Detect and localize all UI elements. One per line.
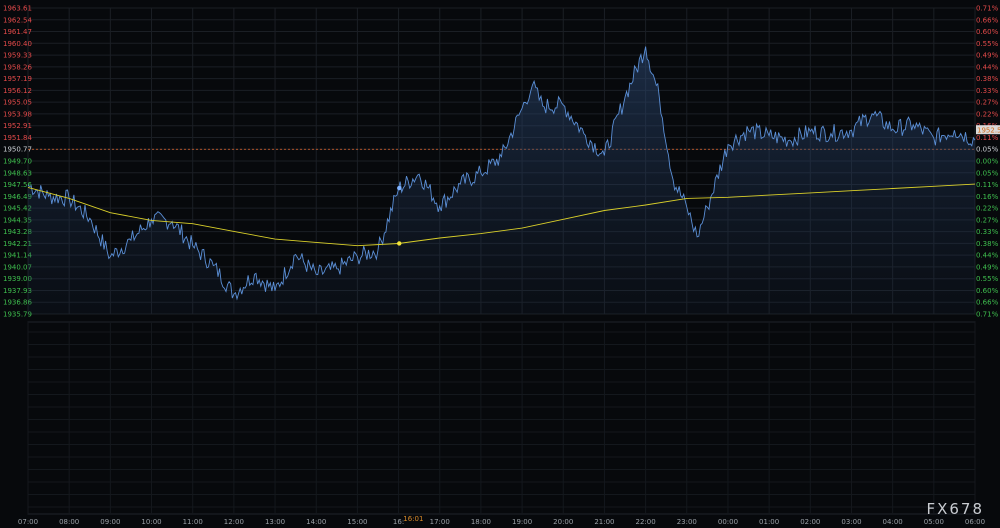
x-tick-label: 02:00 xyxy=(800,518,820,526)
percent-tick-label: 0.44% xyxy=(976,252,999,260)
percent-tick-label: 0.49% xyxy=(976,52,999,60)
y-tick-label: 1939.00 xyxy=(3,275,32,283)
y-tick-label: 1946.49 xyxy=(3,193,32,201)
percent-tick-label: 0.55% xyxy=(976,275,999,283)
brand-logo: FX678 xyxy=(926,500,984,518)
y-tick-label: 1955.05 xyxy=(3,99,32,107)
x-tick-label: 06:00 xyxy=(965,518,985,526)
x-tick-label: 11:00 xyxy=(183,518,203,526)
x-tick-label: 05:00 xyxy=(924,518,944,526)
x-tick-label: 23:00 xyxy=(677,518,697,526)
x-tick-label: 09:00 xyxy=(100,518,120,526)
x-tick-label: 20:00 xyxy=(553,518,573,526)
x-tick-label: 04:00 xyxy=(883,518,903,526)
x-tick-label: 14:00 xyxy=(306,518,326,526)
x-tick-label: 03:00 xyxy=(841,518,861,526)
percent-tick-label: 0.60% xyxy=(976,28,999,36)
y-tick-label: 1945.42 xyxy=(3,205,32,213)
y-tick-label: 1937.93 xyxy=(3,287,32,295)
y-tick-label: 1948.63 xyxy=(3,169,32,177)
y-tick-label: 1962.54 xyxy=(3,16,32,24)
x-tick-label: 07:00 xyxy=(18,518,38,526)
x-tick-label: 12:00 xyxy=(224,518,244,526)
price-chart: 1963.61 1962.54 1961.47 1960.40 1959.33 1958.… xyxy=(0,0,1000,528)
percent-tick-label: 0.49% xyxy=(976,263,999,271)
percent-tick-label: 0.55% xyxy=(976,40,999,48)
percent-tick-label: 0.05% xyxy=(976,146,999,154)
y-tick-label: 1935.79 xyxy=(3,311,32,319)
percent-tick-label: 0.33% xyxy=(976,87,999,95)
percent-tick-label: 0.60% xyxy=(976,287,999,295)
x-tick-label: 15:00 xyxy=(347,518,367,526)
crosshair-time-label: 16:01 xyxy=(403,515,423,523)
y-tick-label: 1951.84 xyxy=(3,134,32,142)
x-tick-label: 19:00 xyxy=(512,518,532,526)
price-crosshair-dot xyxy=(397,185,402,191)
y-tick-label: 1957.19 xyxy=(3,75,32,83)
y-tick-label: 1943.28 xyxy=(3,228,32,236)
x-tick-label: 10:00 xyxy=(141,518,161,526)
x-tick-label: 21:00 xyxy=(594,518,614,526)
y-tick-label: 1961.47 xyxy=(3,28,32,36)
x-tick-label: 22:00 xyxy=(636,518,656,526)
y-tick-label: 1944.35 xyxy=(3,216,32,224)
percent-tick-label: 0.38% xyxy=(976,75,999,83)
percent-tick-label: 0.11% xyxy=(976,181,999,189)
x-tick-label: 01:00 xyxy=(759,518,779,526)
percent-tick-label: 0.22% xyxy=(976,205,999,213)
y-tick-label: 1953.98 xyxy=(3,110,32,118)
percent-tick-label: 0.05% xyxy=(976,169,999,177)
x-tick-label: 00:00 xyxy=(718,518,738,526)
percent-tick-label: 0.38% xyxy=(976,240,999,248)
y-tick-label: 1960.40 xyxy=(3,40,32,48)
percent-tick-label: 0.16% xyxy=(976,193,999,201)
last-price-label: 1952.50 xyxy=(977,127,1000,135)
percent-tick-label: 0.66% xyxy=(976,16,999,24)
y-tick-label: 1963.61 xyxy=(3,5,32,13)
y-tick-label: 1940.07 xyxy=(3,263,32,271)
percent-tick-label: 0.27% xyxy=(976,216,999,224)
y-tick-label: 1958.26 xyxy=(3,63,32,71)
y-axis-percent-labels: 0.71% 0.66% 0.60% 0.55% 0.49% 0.44% 0.38% 0.33%… xyxy=(976,5,1000,319)
x-tick-label: 18:00 xyxy=(471,518,491,526)
percent-tick-label: 0.11% xyxy=(976,134,999,142)
percent-tick-label: 0.27% xyxy=(976,99,999,107)
x-tick-label: 17:00 xyxy=(430,518,450,526)
y-tick-label: 1950.77 xyxy=(3,146,32,154)
percent-tick-label: 0.22% xyxy=(976,110,999,118)
x-tick-label: 13:00 xyxy=(265,518,285,526)
chart-container: 1963.61 1962.54 1961.47 1960.40 1959.33 1958.… xyxy=(0,0,1000,528)
y-tick-label: 1952.91 xyxy=(3,122,32,130)
percent-tick-label: 0.71% xyxy=(976,311,999,319)
y-tick-label: 1959.33 xyxy=(3,52,32,60)
ma-crosshair-dot xyxy=(397,241,402,246)
x-tick-label: 08:00 xyxy=(59,518,79,526)
y-tick-label: 1956.12 xyxy=(3,87,32,95)
percent-tick-label: 0.33% xyxy=(976,228,999,236)
y-tick-label: 1949.70 xyxy=(3,158,32,166)
y-tick-label: 1942.21 xyxy=(3,240,32,248)
percent-tick-label: 0.66% xyxy=(976,299,999,307)
percent-tick-label: 0.44% xyxy=(976,63,999,71)
percent-tick-label: 0.71% xyxy=(976,5,999,13)
percent-tick-label: 0.00% xyxy=(976,158,999,166)
